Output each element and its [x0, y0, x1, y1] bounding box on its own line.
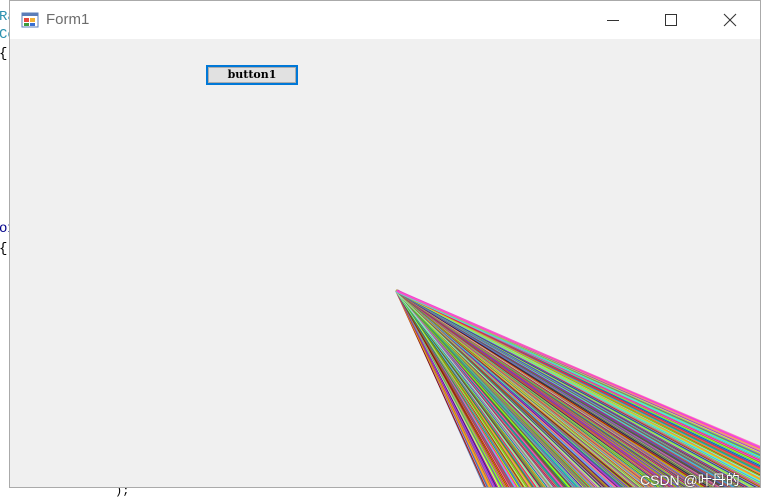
window-title: Form1: [46, 11, 90, 28]
line-fan: [395, 289, 760, 487]
minimize-icon: [607, 20, 619, 21]
code-fragment: {: [0, 47, 7, 61]
form-client-area: button1: [10, 39, 760, 487]
code-fragment: {: [0, 242, 7, 256]
title-bar[interactable]: Form1: [10, 1, 760, 39]
close-icon: [723, 13, 737, 27]
close-button[interactable]: [707, 1, 753, 39]
maximize-icon: [665, 14, 677, 26]
button1[interactable]: button1: [206, 65, 298, 85]
minimize-button[interactable]: [590, 1, 636, 39]
colorful-line-drawing: [395, 289, 760, 487]
code-fragment: );: [115, 488, 130, 498]
app-icon: [21, 12, 39, 28]
form1-window: Form1 button1: [9, 0, 761, 488]
maximize-button[interactable]: [648, 1, 694, 39]
watermark-text: CSDN @叶丹的: [640, 472, 740, 488]
